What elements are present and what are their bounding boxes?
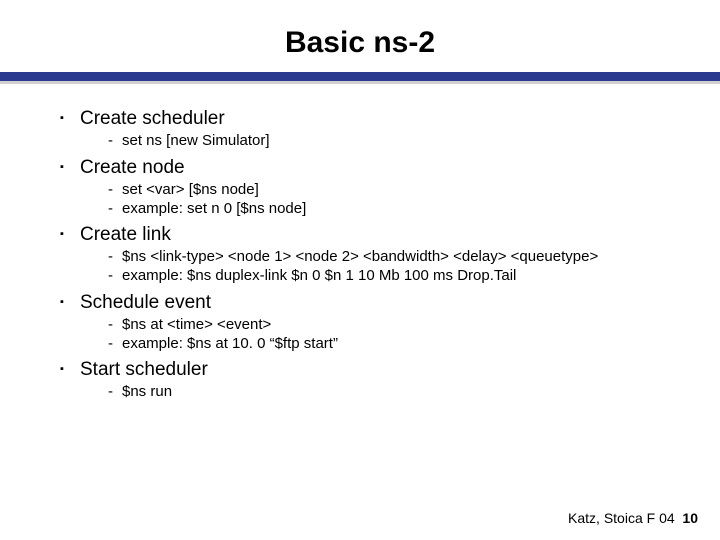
sub-list-item: set ns [new Simulator] [108,132,710,151]
bullet-list: Create scheduler set ns [new Simulator] … [60,108,710,402]
bullet-label: Start scheduler [80,359,208,380]
page-number: 10 [682,510,698,526]
sub-list: $ns at <time> <event> example: $ns at 10… [80,316,710,354]
list-item: Schedule event $ns at <time> <event> exa… [60,292,710,354]
sub-list-item: example: $ns at 10. 0 “$ftp start” [108,335,710,354]
sub-list: $ns run [80,383,710,402]
list-item: Create scheduler set ns [new Simulator] [60,108,710,151]
sub-list-item: $ns <link-type> <node 1> <node 2> <bandw… [108,248,710,267]
bullet-label: Create scheduler [80,108,225,129]
footer-text: Katz, Stoica F 04 [568,510,675,526]
sub-list-item: example: set n 0 [$ns node] [108,200,710,219]
sub-list-item: $ns at <time> <event> [108,316,710,335]
sub-list-item: $ns run [108,383,710,402]
bullet-label: Create link [80,224,171,245]
list-item: Create link $ns <link-type> <node 1> <no… [60,224,710,286]
list-item: Start scheduler $ns run [60,359,710,402]
sub-list: $ns <link-type> <node 1> <node 2> <bandw… [80,248,710,286]
content: Create scheduler set ns [new Simulator] … [0,84,720,402]
bullet-label: Create node [80,157,185,178]
sub-list-item: example: $ns duplex-link $n 0 $n 1 10 Mb… [108,267,710,286]
bullet-label: Schedule event [80,292,211,313]
page-title: Basic ns-2 [0,0,720,72]
list-item: Create node set <var> [$ns node] example… [60,157,710,219]
title-rule [0,72,720,84]
sub-list: set <var> [$ns node] example: set n 0 [$… [80,181,710,219]
sub-list-item: set <var> [$ns node] [108,181,710,200]
footer: Katz, Stoica F 04 10 [568,510,698,526]
sub-list: set ns [new Simulator] [80,132,710,151]
slide: Basic ns-2 Create scheduler set ns [new … [0,0,720,540]
